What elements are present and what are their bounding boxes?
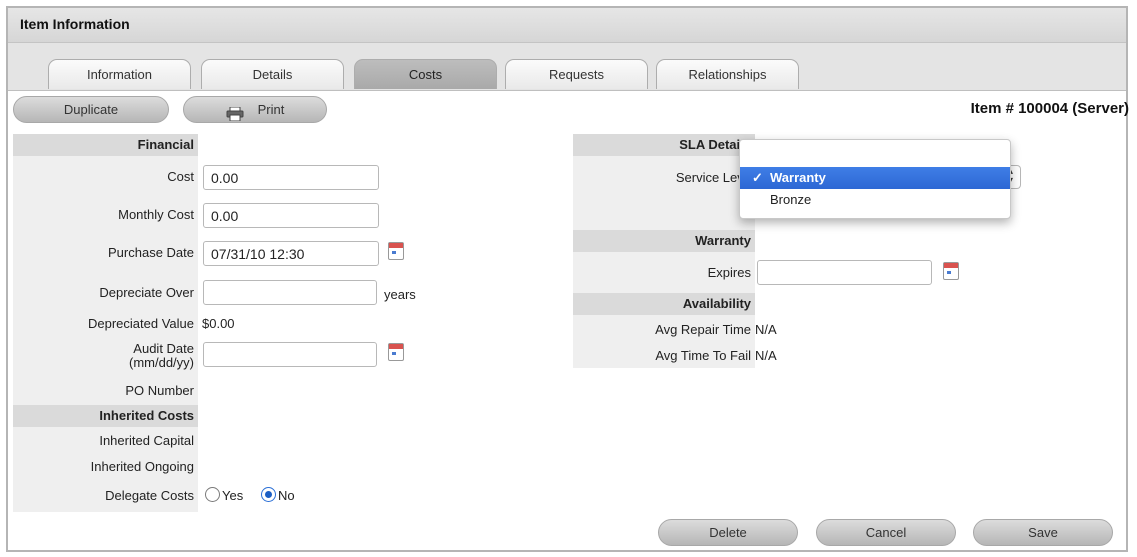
service-level-label: Service Leve <box>675 170 751 185</box>
tab-relationships[interactable]: Relationships <box>656 59 799 89</box>
duplicate-label: Duplicate <box>63 102 119 117</box>
calendar-icon[interactable] <box>388 343 404 361</box>
calendar-icon[interactable] <box>388 242 404 260</box>
option-bronze[interactable]: Bronze <box>740 189 1010 211</box>
monthly-cost-label: Monthly Cost <box>118 207 194 222</box>
depreciated-value-label: Depreciated Value <box>88 316 194 331</box>
warranty-heading: Warranty <box>573 230 755 252</box>
delegate-no-label: No <box>278 488 295 503</box>
expires-field[interactable] <box>757 260 932 285</box>
avg-time-to-fail-value: N/A <box>755 348 777 363</box>
option-bronze-label: Bronze <box>770 192 812 207</box>
expires-label: Expires <box>707 265 751 280</box>
tab-strip: Information Details Costs Requests Relat… <box>8 43 1126 91</box>
page-title: Item Information <box>20 16 130 32</box>
delegate-no-radio[interactable] <box>261 487 276 502</box>
inherited-ongoing-label: Inherited Ongoing <box>90 459 194 474</box>
financial-heading: Financial <box>13 134 198 156</box>
save-button[interactable]: Save <box>973 519 1113 546</box>
audit-date-label: Audit Date (mm/dd/yy) <box>13 342 194 370</box>
depreciate-over-field[interactable] <box>203 280 377 305</box>
depreciate-over-label: Depreciate Over <box>99 285 194 300</box>
tab-details[interactable]: Details <box>201 59 344 89</box>
cancel-button[interactable]: Cancel <box>816 519 956 546</box>
tab-information[interactable]: Information <box>48 59 191 89</box>
cost-field[interactable]: 0.00 <box>203 165 379 190</box>
delegate-yes-label: Yes <box>222 488 244 503</box>
availability-heading: Availability <box>573 293 755 315</box>
print-button[interactable]: Print <box>183 96 327 123</box>
duplicate-button[interactable]: Duplicate <box>13 96 169 123</box>
print-label: Print <box>257 102 285 117</box>
calendar-icon[interactable] <box>943 262 959 280</box>
service-level-dropdown[interactable]: ✓ Warranty Bronze <box>739 139 1011 219</box>
item-number: Item # 100004 (Server) <box>970 100 1129 117</box>
cost-label: Cost <box>167 169 194 184</box>
tab-requests[interactable]: Requests <box>505 59 648 89</box>
checkmark-icon: ✓ <box>752 170 763 185</box>
purchase-date-field[interactable]: 07/31/10 12:30 <box>203 241 379 266</box>
option-warranty[interactable]: ✓ Warranty <box>740 167 1010 189</box>
inherited-capital-label: Inherited Capital <box>99 433 194 448</box>
inherited-costs-heading: Inherited Costs <box>13 405 198 427</box>
monthly-cost-field[interactable]: 0.00 <box>203 203 379 228</box>
audit-date-field[interactable] <box>203 342 377 367</box>
audit-date-label-line1: Audit Date <box>133 341 194 356</box>
avg-time-to-fail-label: Avg Time To Fail <box>655 348 751 363</box>
sla-details-heading: SLA Details <box>573 134 755 156</box>
purchase-date-label: Purchase Date <box>108 245 194 260</box>
title-bar: Item Information <box>8 8 1126 43</box>
audit-date-label-line2: (mm/dd/yy) <box>129 355 194 370</box>
avg-repair-time-value: N/A <box>755 322 777 337</box>
option-warranty-label: Warranty <box>770 170 826 185</box>
years-label: years <box>384 287 416 302</box>
avg-repair-time-label: Avg Repair Time <box>655 322 751 337</box>
printer-icon <box>226 104 244 122</box>
delegate-yes-radio[interactable] <box>205 487 220 502</box>
depreciated-value: $0.00 <box>202 316 235 331</box>
delete-button[interactable]: Delete <box>658 519 798 546</box>
tab-costs[interactable]: Costs <box>354 59 497 89</box>
po-number-label: PO Number <box>125 383 194 398</box>
delegate-costs-label: Delegate Costs <box>105 488 194 503</box>
